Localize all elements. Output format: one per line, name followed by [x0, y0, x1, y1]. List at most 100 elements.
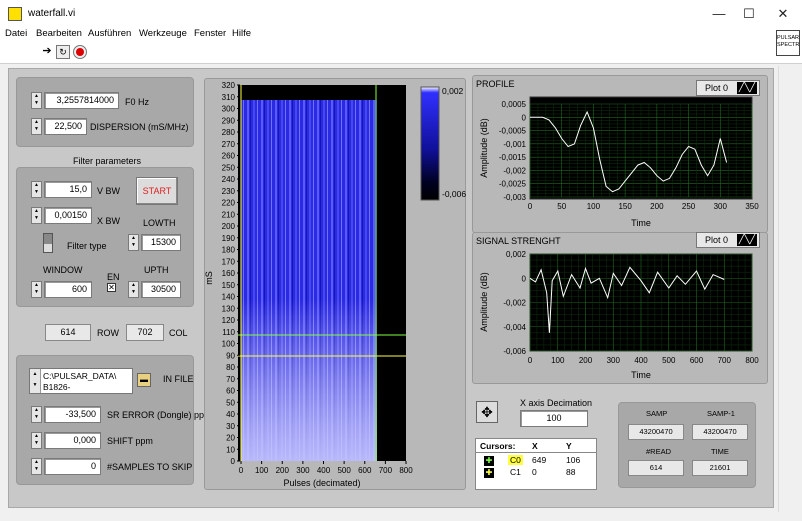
- samples-skip-spinner[interactable]: ▲ ▼: [31, 458, 42, 475]
- profile-x-tick-label: 150: [618, 202, 632, 211]
- signal-y-tick-label: -0,006: [503, 347, 526, 356]
- dispersion-field[interactable]: 22,500: [44, 118, 87, 135]
- sr-error-spinner[interactable]: ▲ ▼: [31, 406, 42, 423]
- cursor-c0-name[interactable]: C0: [508, 455, 523, 465]
- signal-x-label: Time: [631, 370, 651, 380]
- menu-bearbeiten[interactable]: Bearbeiten: [36, 28, 82, 39]
- waterfall-y-tick-label: 210: [222, 210, 236, 219]
- waterfall-y-tick-label: 50: [226, 398, 235, 407]
- in-file-path-field[interactable]: ▲ ▼ C:\PULSAR_DATA\ B1826-: [29, 368, 133, 394]
- profile-y-tick-label: 0,0005: [502, 100, 527, 109]
- profile-y-tick-label: -0,001: [503, 140, 526, 149]
- decimation-label: X axis Decimation: [520, 398, 593, 408]
- waterfall-graph[interactable]: 0 10 20 30 40 50 60 70 80 90 100 110 120 130 140 150 160…: [204, 78, 466, 490]
- xbw-field[interactable]: 0,00150: [44, 207, 92, 224]
- run-continuously-icon[interactable]: ↻: [56, 45, 70, 59]
- vbw-label: V BW: [97, 186, 121, 196]
- waterfall-y-tick-label: 310: [222, 93, 236, 102]
- dispersion-spinner[interactable]: ▲ ▼: [31, 118, 42, 135]
- cursor-c1-y: 88: [566, 467, 576, 477]
- cursor-c1-name[interactable]: C1: [508, 467, 523, 477]
- waterfall-y-tick-label: 300: [222, 105, 236, 114]
- start-button[interactable]: START: [136, 177, 178, 205]
- window-title: waterfall.vi: [28, 8, 76, 19]
- vertical-scrollbar[interactable]: [778, 66, 796, 512]
- upth-field[interactable]: 30500: [141, 281, 181, 298]
- waterfall-y-tick-label: 180: [222, 246, 236, 255]
- upth-label: UPTH: [144, 265, 169, 275]
- filter-type-label: Filter type: [67, 241, 107, 251]
- lowth-label: LOWTH: [143, 218, 176, 228]
- waterfall-y-tick-label: 150: [222, 281, 236, 290]
- en-checkbox[interactable]: ✕: [107, 283, 116, 292]
- waterfall-y-tick-label: 280: [222, 128, 236, 137]
- signal-y-tick-label: 0,002: [506, 250, 527, 259]
- shift-spinner[interactable]: ▲ ▼: [31, 432, 42, 449]
- labview-vi-icon: [8, 7, 22, 21]
- samp-indicator: 43200470: [628, 424, 684, 440]
- vbw-field[interactable]: 15,0: [44, 181, 92, 198]
- samples-skip-field[interactable]: 0: [44, 458, 101, 475]
- waterfall-x-ticks: 0 100 200 300 400 500 600 700 800: [239, 461, 413, 475]
- profile-x-tick-label: 350: [745, 202, 759, 211]
- color-scale-bar: [420, 86, 440, 201]
- window-spinner[interactable]: ▲ ▼: [31, 281, 42, 298]
- cursor-c1-style-icon[interactable]: ✚: [484, 468, 494, 478]
- lowth-field[interactable]: 15300: [141, 234, 181, 251]
- run-arrow-icon[interactable]: ➔: [40, 45, 54, 59]
- path-browse-spinner[interactable]: ▲ ▼: [30, 369, 41, 393]
- waterfall-y-tick-label: 60: [226, 387, 235, 396]
- window-label: WINDOW: [43, 265, 83, 275]
- waterfall-y-tick-label: 120: [222, 316, 236, 325]
- sr-error-label: SR ERROR (Dongle) ppm: [107, 410, 212, 420]
- folder-browse-icon[interactable]: ▬: [137, 373, 151, 387]
- upth-spinner[interactable]: ▲ ▼: [128, 281, 139, 298]
- menu-hilfe[interactable]: Hilfe: [232, 28, 251, 39]
- lowth-spinner[interactable]: ▲ ▼: [128, 234, 139, 251]
- waterfall-x-tick-label: 100: [255, 466, 269, 475]
- colorbar-max-label: 0,002: [442, 86, 464, 96]
- minimize-button[interactable]: —: [704, 4, 734, 24]
- waterfall-x-tick-label: 800: [399, 466, 413, 475]
- vbw-spinner[interactable]: ▲ ▼: [31, 181, 42, 198]
- f0-field[interactable]: 3,2557814000: [44, 92, 119, 109]
- profile-graph[interactable]: 0,0005 0 -0,0005 -0,001 -0,0015 -0,002 -0,0025…: [472, 75, 768, 233]
- menu-ausfuehren[interactable]: Ausführen: [88, 28, 131, 39]
- waterfall-x-tick-label: 400: [317, 466, 331, 475]
- waterfall-y-tick-label: 0: [231, 457, 236, 466]
- in-file-label: IN FILE: [163, 374, 194, 384]
- title-bar: waterfall.vi — ☐ ✕: [0, 0, 802, 28]
- waterfall-y-tick-label: 40: [226, 410, 235, 419]
- sr-error-field[interactable]: -33,500: [44, 406, 101, 423]
- profile-y-ticks: 0,0005 0 -0,0005 -0,001 -0,0015 -0,002 -0,0025…: [499, 100, 527, 202]
- in-file-path-line2: B1826-: [43, 382, 71, 392]
- signal-graph[interactable]: 0,002 0 -0,002 -0,004 -0,006 0 100 200 300 400 50…: [472, 232, 768, 384]
- f0-spinner[interactable]: ▲ ▼: [31, 92, 42, 109]
- shift-field[interactable]: 0,000: [44, 432, 101, 449]
- xbw-spinner[interactable]: ▲ ▼: [31, 207, 42, 224]
- colorbar-min-label: -0,006: [442, 189, 466, 199]
- abort-icon[interactable]: [73, 45, 87, 59]
- window-field[interactable]: 600: [44, 281, 92, 298]
- waterfall-x-label: Pulses (decimated): [283, 478, 360, 488]
- shift-label: SHIFT ppm: [107, 436, 153, 446]
- profile-x-ticks: 0 50 100 150 200 250 300 350: [528, 202, 759, 211]
- close-button[interactable]: ✕: [768, 4, 798, 24]
- read-indicator: 614: [628, 460, 684, 476]
- waterfall-x-tick-label: 200: [276, 466, 290, 475]
- signal-x-tick-label: 300: [607, 356, 621, 365]
- waterfall-y-tick-label: 240: [222, 175, 236, 184]
- menu-werkzeuge[interactable]: Werkzeuge: [139, 28, 187, 39]
- menu-datei[interactable]: Datei: [5, 28, 27, 39]
- waterfall-y-tick-label: 90: [226, 351, 235, 360]
- cursor-c0-y: 106: [566, 455, 581, 465]
- filter-type-toggle[interactable]: [43, 233, 53, 253]
- graph-pan-zoom-icon[interactable]: ✥: [476, 401, 498, 423]
- menu-fenster[interactable]: Fenster: [194, 28, 226, 39]
- decimation-field[interactable]: 100: [520, 410, 588, 427]
- filter-title: Filter parameters: [73, 156, 142, 166]
- maximize-button[interactable]: ☐: [734, 4, 764, 24]
- cursor-c0-style-icon[interactable]: ✚: [484, 456, 494, 466]
- waterfall-y-tick-label: 140: [222, 293, 236, 302]
- signal-x-tick-label: 200: [579, 356, 593, 365]
